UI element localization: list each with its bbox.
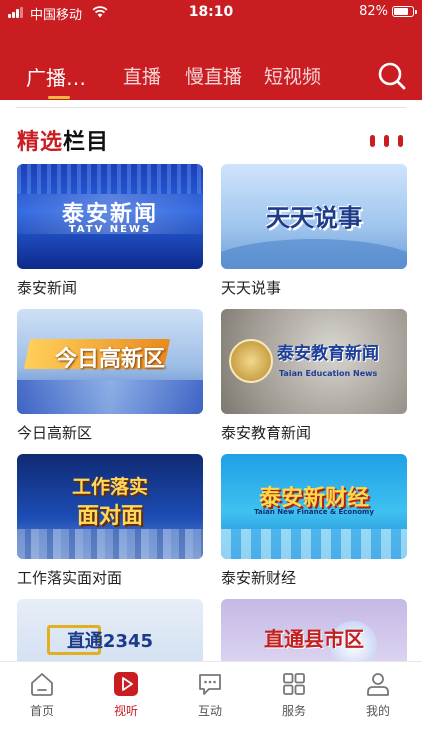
- thumbnail-text: 今日高新区: [54, 347, 165, 372]
- nav-services[interactable]: 服务: [252, 670, 336, 719]
- app-header: 中国移动 18:10 82% 广播… 直播 慢直播 短视频: [0, 0, 422, 100]
- program-card-direct-counties[interactable]: 直通县市区: [221, 599, 407, 661]
- program-card-new-finance[interactable]: 泰安新财经 Taian New Finance & Economy 泰安新财经: [221, 454, 407, 588]
- program-card-education-news[interactable]: 泰安教育新闻 Taian Education News 泰安教育新闻: [221, 309, 407, 443]
- thumbnail-text: 直通县市区: [264, 627, 364, 651]
- bottom-nav: 首页 视听 互动 服务 我的: [0, 661, 422, 750]
- play-icon: [114, 672, 138, 696]
- program-thumbnail: 泰安教育新闻 Taian Education News: [221, 309, 407, 414]
- program-title: 泰安教育新闻: [221, 424, 312, 442]
- status-bar: 中国移动 18:10 82%: [0, 0, 422, 26]
- grid-icon: [283, 673, 305, 695]
- program-thumbnail: 今日高新区: [17, 309, 203, 414]
- tab-slow-live[interactable]: 慢直播: [185, 62, 242, 89]
- nav-interact[interactable]: 互动: [168, 670, 252, 719]
- thumbnail-subtext: 面对面: [76, 504, 143, 529]
- thumbnail-subtext: Taian Education News: [279, 369, 378, 378]
- program-thumbnail: 泰安新闻 TATV NEWS: [17, 164, 203, 269]
- program-card-hitech-zone[interactable]: 今日高新区 今日高新区: [17, 309, 203, 443]
- program-thumbnail: 天天说事: [221, 164, 407, 269]
- battery-icon: [392, 6, 417, 17]
- home-icon: [31, 673, 53, 696]
- program-title: 泰安新闻: [17, 279, 78, 297]
- tab-broadcast[interactable]: 广播…: [26, 62, 86, 91]
- nav-label: 视听: [113, 704, 138, 718]
- nav-profile[interactable]: 我的: [336, 670, 420, 719]
- program-title: 天天说事: [221, 279, 282, 297]
- tab-short-video[interactable]: 短视频: [264, 62, 321, 89]
- thumbnail-text: 泰安教育新闻: [277, 344, 379, 364]
- program-title: 今日高新区: [17, 424, 93, 442]
- nav-label: 服务: [281, 704, 306, 718]
- top-tab-bar: 广播… 直播 慢直播 短视频: [0, 52, 422, 100]
- program-thumbnail: 直通2345: [17, 599, 203, 661]
- user-icon: [367, 673, 389, 696]
- section-title-highlight: 精选: [17, 130, 64, 155]
- search-icon[interactable]: [377, 61, 407, 91]
- thumbnail-text: 直通2345: [66, 631, 154, 652]
- nav-label: 我的: [365, 704, 390, 718]
- nav-label: 首页: [29, 704, 54, 718]
- thumbnail-text: 天天说事: [266, 204, 362, 232]
- active-tab-indicator: [48, 96, 70, 99]
- tab-live[interactable]: 直播: [123, 62, 161, 89]
- nav-home[interactable]: 首页: [0, 670, 84, 719]
- program-title: 工作落实面对面: [17, 569, 123, 587]
- program-title: 泰安新财经: [221, 569, 297, 587]
- program-thumbnail: 直通县市区: [221, 599, 407, 661]
- more-dots-icon[interactable]: [370, 135, 406, 147]
- nav-label: 互动: [197, 704, 222, 718]
- program-thumbnail: 工作落实 面对面: [17, 454, 203, 559]
- battery-percent: 82%: [359, 4, 388, 19]
- section-title: 精选栏目: [17, 124, 109, 156]
- section-title-rest: 栏目: [63, 130, 110, 155]
- program-card-work-face-to-face[interactable]: 工作落实 面对面 工作落实面对面: [17, 454, 203, 588]
- header-divider: [16, 107, 406, 108]
- program-thumbnail: 泰安新财经 Taian New Finance & Economy: [221, 454, 407, 559]
- program-card-daily-talk[interactable]: 天天说事 天天说事: [221, 164, 407, 298]
- program-grid: 泰安新闻 TATV NEWS 泰安新闻 天天说事 天天说事 今日高新区 今日高新…: [17, 164, 407, 661]
- thumbnail-subtext: TATV NEWS: [68, 224, 152, 235]
- chat-icon: [199, 674, 221, 695]
- thumbnail-text: 工作落实: [71, 476, 148, 498]
- program-card-direct-2345[interactable]: 直通2345: [17, 599, 203, 661]
- thumbnail-subtext: Taian New Finance & Economy: [254, 508, 374, 516]
- program-card-taian-news[interactable]: 泰安新闻 TATV NEWS 泰安新闻: [17, 164, 203, 298]
- nav-audiovisual[interactable]: 视听: [84, 670, 168, 719]
